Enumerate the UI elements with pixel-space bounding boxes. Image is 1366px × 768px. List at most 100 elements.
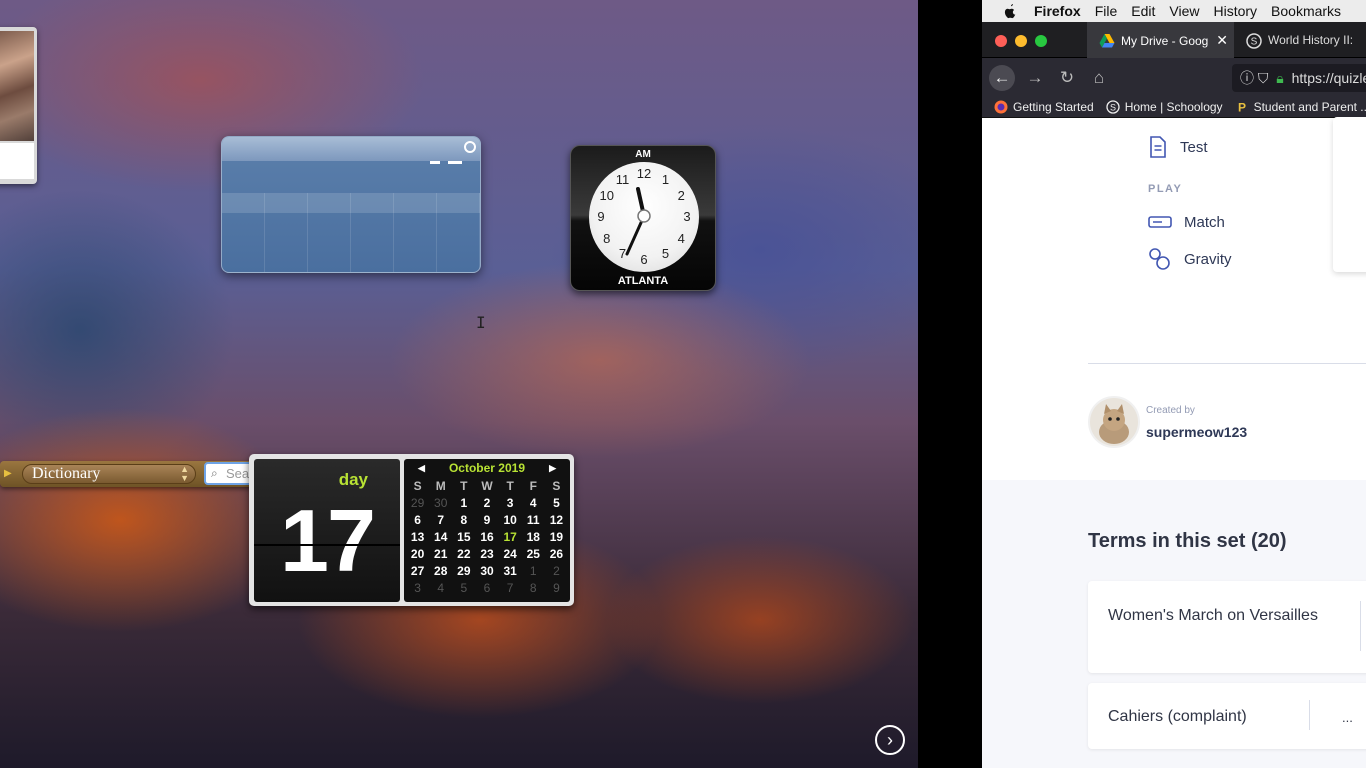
tab-title: World History II: [1268,33,1354,47]
bookmark-getting-started[interactable]: Getting Started [994,100,1094,114]
calendar-day-cell[interactable]: 6 [475,579,498,596]
dictionary-source-select[interactable]: Dictionary ▲ ▼ [22,464,196,484]
lock-icon[interactable]: 🔒︎ [1276,70,1283,86]
calendar-day-cell[interactable]: 3 [499,494,522,511]
calendar-day-cell[interactable]: 29 [406,494,429,511]
calendar-day-cell[interactable]: 8 [522,579,545,596]
bookmark-schoology[interactable]: S Home | Schoology [1106,100,1223,114]
calendar-day-cell[interactable]: 1 [452,494,475,511]
calendar-day-cell[interactable]: 23 [475,545,498,562]
menu-view[interactable]: View [1169,3,1199,19]
calendar-day-cell[interactable]: 7 [429,511,452,528]
creator-username[interactable]: supermeow123 [1146,424,1247,440]
minimize-window-button[interactable] [1015,35,1027,47]
weather-widget[interactable] [221,136,481,273]
close-window-button[interactable] [995,35,1007,47]
calendar-day-cell[interactable]: 5 [545,494,568,511]
calendar-day-cell[interactable]: 7 [499,579,522,596]
dashboard-next-button[interactable]: › [875,725,905,755]
svg-text:P: P [1238,100,1246,114]
home-icon[interactable]: ⌂ [1086,65,1112,91]
tab-world-history[interactable]: S World History II: ✕ [1244,22,1366,58]
screen-gap [918,0,982,768]
menu-bookmarks[interactable]: Bookmarks [1271,3,1341,19]
calendar-day-cell[interactable]: 29 [452,562,475,579]
menu-bar: Firefox File Edit View History Bookmarks [982,0,1366,22]
calendar-day-cell[interactable]: 31 [499,562,522,579]
calendar-day-cell[interactable]: 10 [499,511,522,528]
clock-widget[interactable]: AM 12 1 2 3 4 5 6 7 8 9 10 11 ATLANTA [570,145,716,291]
url-bar[interactable]: ⓘ ⛉ 🔒︎ https://quizlet [1232,64,1366,92]
calendar-day-cell[interactable]: 27 [406,562,429,579]
calendar-day-cell[interactable]: 19 [545,528,568,545]
calendar-day-cell[interactable]: 2 [545,562,568,579]
created-by-label: Created by [1146,405,1195,416]
tracking-shield-icon[interactable]: ⛉ [1258,70,1269,86]
calendar-day-cell[interactable]: 13 [406,528,429,545]
term-card[interactable]: Women's March on Versailles [1088,581,1366,673]
calendar-day-number: 17 [280,491,376,590]
play-mode-gravity[interactable]: Gravity [1148,247,1232,271]
calendar-day-cell[interactable]: 28 [429,562,452,579]
term-separator [1360,601,1361,651]
weather-forecast-grid [222,193,480,272]
calendar-month-title: October 2019 [448,461,526,475]
forward-arrow-icon[interactable]: → [1022,65,1048,91]
apple-icon[interactable] [1002,3,1018,19]
avatar[interactable] [1088,396,1140,448]
calendar-day-cell[interactable]: 18 [522,528,545,545]
calendar-day-cell[interactable]: 26 [545,545,568,562]
calendar-day-cell[interactable]: 3 [406,579,429,596]
calendar-day-cell[interactable]: 14 [429,528,452,545]
calendar-day-cell[interactable]: 9 [545,579,568,596]
dictionary-source-label: Dictionary [32,465,101,482]
calendar-day-cell[interactable]: 8 [452,511,475,528]
menu-edit[interactable]: Edit [1131,3,1155,19]
photo-widget[interactable] [0,27,37,184]
calendar-day-cell[interactable]: 20 [406,545,429,562]
previous-month-icon[interactable]: ◀ [418,459,425,477]
calendar-day-cell[interactable]: 24 [499,545,522,562]
weather-widget-header [222,137,480,161]
calendar-day-cell[interactable]: 25 [522,545,545,562]
calendar-day-cell[interactable]: 17 [499,528,522,545]
calendar-day-cell[interactable]: 9 [475,511,498,528]
play-mode-match[interactable]: Match [1148,212,1225,232]
calendar-day-cell[interactable]: 1 [522,562,545,579]
weekday-header: M [435,478,446,493]
reload-icon[interactable]: ↻ [1054,65,1080,91]
calendar-day-cell[interactable]: 16 [475,528,498,545]
calendar-widget[interactable]: day 17 ◀ October 2019 ▶ S M T W T F S 29 30 1 2 3 4 5… [249,454,574,606]
tab-my-drive[interactable]: My Drive - Google Drive ✕ [1087,22,1234,58]
dictionary-expand-icon[interactable]: ▶ [4,468,12,479]
photo-caption-area [0,143,34,179]
calendar-day-cell[interactable]: 30 [429,494,452,511]
calendar-day-cell[interactable]: 2 [475,494,498,511]
calendar-day-cell[interactable]: 22 [452,545,475,562]
calendar-day-cell[interactable]: 30 [475,562,498,579]
calendar-day-cell[interactable]: 12 [545,511,568,528]
calendar-day-cell[interactable]: 6 [406,511,429,528]
menu-file[interactable]: File [1095,3,1118,19]
next-month-icon[interactable]: ▶ [549,459,556,477]
calendar-day-cell[interactable]: 4 [429,579,452,596]
term-card[interactable]: Cahiers (complaint) ... [1088,683,1366,749]
calendar-day-cell[interactable]: 11 [522,511,545,528]
url-text: https://quizlet [1291,70,1366,86]
calendar-day-cell[interactable]: 15 [452,528,475,545]
study-mode-test[interactable]: Test [1148,136,1208,158]
weather-placeholder-dashes [430,161,462,164]
menu-app-name[interactable]: Firefox [1034,3,1081,19]
calendar-day-cell[interactable]: 5 [452,579,475,596]
zoom-window-button[interactable] [1035,35,1047,47]
info-icon[interactable] [464,141,476,153]
back-arrow-icon[interactable]: ← [989,65,1015,91]
close-tab-icon[interactable]: ✕ [1216,22,1228,58]
bookmark-student-parent[interactable]: P Student and Parent ... [1235,100,1366,114]
tab-title: My Drive - Google Drive [1121,33,1209,48]
calendar-day-cell[interactable]: 21 [429,545,452,562]
schoology-icon: S [1246,33,1262,49]
info-icon[interactable]: ⓘ [1240,70,1254,86]
menu-history[interactable]: History [1213,3,1257,19]
calendar-day-cell[interactable]: 4 [522,494,545,511]
